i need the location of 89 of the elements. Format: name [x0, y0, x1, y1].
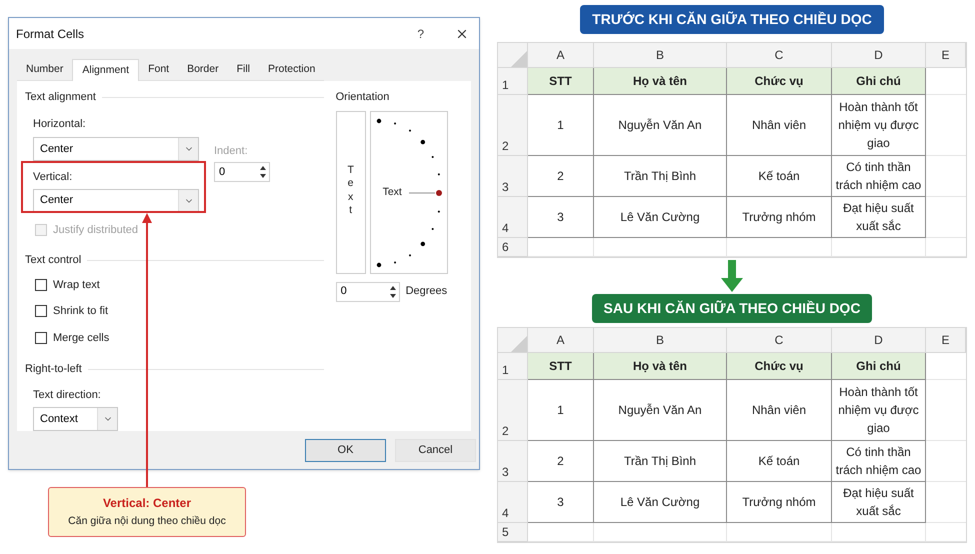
- header-cell: Ghi chú: [832, 68, 926, 95]
- table-cell: Lê Văn Cường: [594, 197, 727, 238]
- checkbox-label: Wrap text: [53, 278, 100, 292]
- column-header[interactable]: D: [832, 43, 926, 68]
- dial-pointer-icon: [408, 188, 443, 196]
- orientation-dial[interactable]: Text: [370, 110, 448, 274]
- table-cell: Nhân viên: [727, 380, 832, 441]
- checkbox-label: Shrink to fit: [53, 304, 108, 319]
- row-header[interactable]: 3: [498, 441, 528, 482]
- field-label: Vertical:: [33, 170, 74, 185]
- checkbox-label: Justify distributed: [53, 222, 138, 238]
- row-header[interactable]: 2: [498, 380, 528, 441]
- table-cell: Đạt hiệu suất xuất sắc: [832, 197, 926, 238]
- header-cell: STT: [528, 68, 594, 95]
- dial-text: Text: [382, 184, 402, 200]
- column-header[interactable]: A: [528, 328, 594, 353]
- table-cell: Hoàn thành tốt nhiệm vụ được giao: [832, 380, 926, 441]
- dialog-button[interactable]: OK: [305, 438, 386, 462]
- table-cell: Đạt hiệu suất xuất sắc: [832, 482, 926, 523]
- column-header[interactable]: E: [926, 43, 966, 68]
- group-heading: Orientation: [336, 90, 390, 105]
- column-header[interactable]: E: [926, 328, 966, 353]
- tab[interactable]: Alignment: [72, 59, 140, 81]
- table-cell: Kế toán: [727, 156, 832, 197]
- field-label: Horizontal:: [33, 116, 87, 132]
- group-heading: Text control: [25, 253, 82, 268]
- header-cell: Chức vụ: [727, 68, 832, 95]
- field-label: Indent:: [214, 144, 249, 158]
- row-header[interactable]: 2: [498, 95, 528, 156]
- vertical-select[interactable]: Center: [33, 188, 199, 212]
- dial-dots-icon: [374, 116, 443, 268]
- row-header[interactable]: 1: [498, 68, 528, 95]
- table-cell: Kế toán: [727, 441, 832, 482]
- table-cell: 2: [528, 156, 594, 197]
- checkbox[interactable]: [35, 278, 47, 291]
- field-label: Degrees: [406, 284, 448, 300]
- table-cell: 1: [528, 95, 594, 156]
- indent-spinner[interactable]: 0: [214, 162, 270, 182]
- group-heading: Right-to-left: [25, 362, 82, 377]
- horizontal-select[interactable]: Center: [33, 137, 199, 161]
- table-cell: 2: [528, 441, 594, 482]
- column-header[interactable]: C: [727, 43, 832, 68]
- header-cell: Chức vụ: [727, 353, 832, 380]
- section-banner: SAU KHI CĂN GIỮA THEO CHIỀU DỌC: [592, 294, 872, 323]
- group-heading: Text alignment: [25, 90, 96, 105]
- checkbox[interactable]: [35, 305, 47, 318]
- degrees-spinner[interactable]: 0: [336, 282, 400, 302]
- column-header[interactable]: A: [528, 43, 594, 68]
- table-cell: Lê Văn Cường: [594, 482, 727, 523]
- table-cell: 3: [528, 482, 594, 523]
- header-cell: Họ và tên: [594, 68, 727, 95]
- column-header[interactable]: B: [594, 328, 727, 353]
- column-header[interactable]: C: [727, 328, 832, 353]
- table-cell: Trưởng nhóm: [727, 197, 832, 238]
- column-header[interactable]: D: [832, 328, 926, 353]
- spinner-arrows-icon: [257, 164, 269, 180]
- header-cell: Ghi chú: [832, 353, 926, 380]
- window-title: Format Cells: [16, 26, 86, 42]
- dialog-button[interactable]: Cancel: [395, 438, 476, 462]
- arrow-down-icon: [721, 260, 743, 292]
- callout-title: Vertical: Center: [102, 495, 192, 512]
- vertical-text-preview[interactable]: Text: [336, 110, 366, 274]
- column-header[interactable]: B: [594, 43, 727, 68]
- row-header[interactable]: 1: [498, 353, 528, 380]
- callout-text: Căn giữa nội dung theo chiều dọc: [68, 514, 226, 530]
- table-cell: Trưởng nhóm: [727, 482, 832, 523]
- row-header[interactable]: 4: [498, 197, 528, 238]
- table-cell: Có tinh thần trách nhiệm cao: [832, 156, 926, 197]
- table-cell: Nguyễn Văn An: [594, 380, 727, 441]
- text-direction-select[interactable]: Context: [33, 407, 118, 431]
- row-header[interactable]: 3: [498, 156, 528, 197]
- header-cell: Họ và tên: [594, 353, 727, 380]
- checkbox[interactable]: [35, 332, 47, 344]
- table-cell: Nguyễn Văn An: [594, 95, 727, 156]
- row-header[interactable]: 6: [498, 238, 528, 257]
- table-cell: Hoàn thành tốt nhiệm vụ được giao: [832, 95, 926, 156]
- table-cell: 1: [528, 380, 594, 441]
- help-button[interactable]: ?: [417, 24, 424, 42]
- table-cell: Trần Thị Bình: [594, 441, 727, 482]
- table-cell: Trần Thị Bình: [594, 156, 727, 197]
- row-header[interactable]: 5: [498, 523, 528, 542]
- checkbox-label: Merge cells: [53, 330, 110, 346]
- header-cell: STT: [528, 353, 594, 380]
- table-cell: Nhân viên: [727, 95, 832, 156]
- table-cell: Có tinh thần trách nhiệm cao: [832, 441, 926, 482]
- row-header[interactable]: 4: [498, 482, 528, 523]
- table-cell: 3: [528, 197, 594, 238]
- section-banner: TRƯỚC KHI CĂN GIỮA THEO CHIỀU DỌC: [580, 5, 884, 34]
- field-label: Text direction:: [32, 388, 102, 402]
